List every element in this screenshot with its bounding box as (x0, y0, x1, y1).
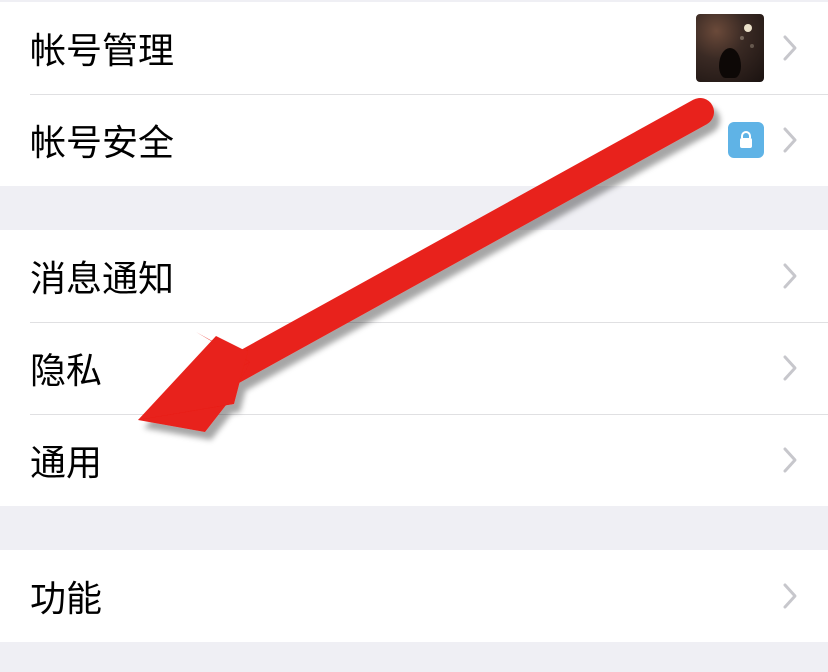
row-account-management[interactable]: 帐号管理 (0, 2, 828, 94)
chevron-right-icon (782, 582, 798, 610)
row-general[interactable]: 通用 (0, 414, 828, 506)
chevron-right-icon (782, 262, 798, 290)
row-account-security[interactable]: 帐号安全 (0, 94, 828, 186)
chevron-right-icon (782, 34, 798, 62)
chevron-right-icon (782, 354, 798, 382)
section-gap (0, 506, 828, 550)
section-gap (0, 642, 828, 672)
row-trailing (782, 354, 798, 382)
row-trailing (728, 122, 798, 158)
row-label: 帐号安全 (30, 114, 728, 166)
settings-group-features: 功能 (0, 550, 828, 642)
row-trailing (782, 446, 798, 474)
settings-group-account: 帐号管理 帐号安全 (0, 2, 828, 186)
settings-group-prefs: 消息通知 隐私 通用 (0, 230, 828, 506)
row-features[interactable]: 功能 (0, 550, 828, 642)
chevron-right-icon (782, 126, 798, 154)
row-trailing (782, 582, 798, 610)
avatar (696, 14, 764, 82)
chevron-right-icon (782, 446, 798, 474)
section-gap (0, 186, 828, 230)
row-trailing (782, 262, 798, 290)
row-privacy[interactable]: 隐私 (0, 322, 828, 414)
lock-icon (728, 122, 764, 158)
row-trailing (696, 14, 798, 82)
row-notifications[interactable]: 消息通知 (0, 230, 828, 322)
row-label: 通用 (30, 434, 782, 486)
row-label: 功能 (30, 570, 782, 622)
row-label: 消息通知 (30, 250, 782, 302)
row-label: 帐号管理 (30, 22, 696, 74)
row-label: 隐私 (30, 342, 782, 394)
